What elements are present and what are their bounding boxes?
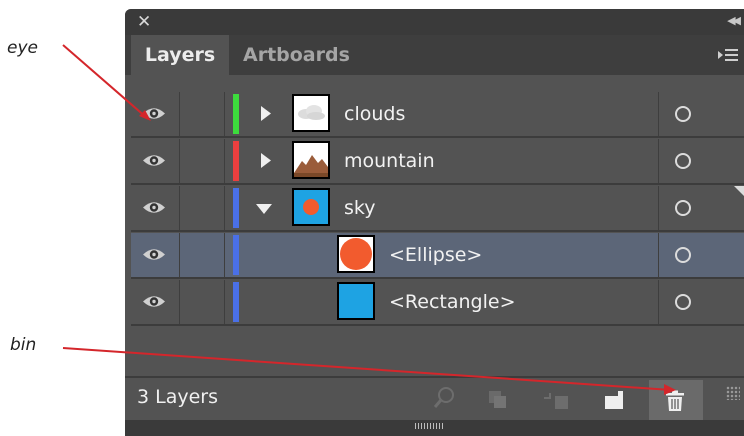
lock-toggle[interactable] <box>180 139 225 183</box>
empty-layer-area[interactable] <box>131 332 744 377</box>
target-circle-icon[interactable] <box>675 153 691 169</box>
ellipse-thumbnail <box>337 235 375 273</box>
panel-footer: 3 Layers <box>125 376 744 422</box>
lock-toggle[interactable] <box>180 186 225 230</box>
target-cell[interactable] <box>658 280 744 324</box>
locate-object-icon[interactable] <box>432 386 456 410</box>
resize-grip-icon[interactable] <box>726 386 740 400</box>
target-circle-icon[interactable] <box>675 247 691 263</box>
visibility-toggle[interactable] <box>131 280 180 324</box>
clipping-mask-icon[interactable] <box>488 390 508 410</box>
layer-row-ellipse[interactable]: <Ellipse> <box>131 233 744 279</box>
layer-row-rectangle[interactable]: <Rectangle> <box>131 280 744 326</box>
selection-corner-icon <box>734 186 744 196</box>
layer-color-bar <box>233 282 239 322</box>
visibility-toggle[interactable] <box>131 92 180 136</box>
lock-toggle[interactable] <box>180 280 225 324</box>
layer-row-mountain[interactable]: mountain <box>131 139 744 185</box>
target-circle-icon[interactable] <box>675 294 691 310</box>
panel-bottom-bar <box>125 420 744 436</box>
layer-color-bar <box>233 188 239 228</box>
layers-panel: ✕ ◀◀ Layers Artboards clouds mountain sk… <box>125 9 744 436</box>
eye-icon[interactable] <box>142 106 166 121</box>
eye-annotation: eye <box>7 38 38 58</box>
layer-color-bar <box>233 94 239 134</box>
sky-thumbnail <box>292 188 330 226</box>
visibility-toggle[interactable] <box>131 233 180 277</box>
layer-name[interactable]: sky <box>344 186 375 230</box>
layer-color-bar <box>233 141 239 181</box>
target-circle-icon[interactable] <box>675 106 691 122</box>
layer-name[interactable]: mountain <box>344 139 435 183</box>
expand-arrow-icon[interactable] <box>260 153 272 168</box>
target-cell[interactable] <box>658 139 744 183</box>
delete-button[interactable] <box>649 380 703 420</box>
bin-annotation: bin <box>10 335 37 355</box>
panel-titlebar: ✕ ◀◀ <box>125 9 744 35</box>
rectangle-thumbnail <box>337 282 375 320</box>
layer-count-label: 3 Layers <box>137 386 219 408</box>
eye-icon[interactable] <box>142 153 166 168</box>
new-layer-icon[interactable] <box>604 390 624 410</box>
new-sublayer-icon[interactable] <box>543 390 569 410</box>
target-cell[interactable] <box>658 186 744 230</box>
panel-menu-icon[interactable] <box>718 48 738 62</box>
expand-arrow-icon[interactable] <box>260 106 272 121</box>
collapse-arrow-icon[interactable] <box>256 203 272 215</box>
layer-row-sky[interactable]: sky <box>131 186 744 232</box>
visibility-toggle[interactable] <box>131 186 180 230</box>
panel-tabs: Layers Artboards <box>125 35 744 75</box>
eye-icon[interactable] <box>142 294 166 309</box>
layer-name[interactable]: clouds <box>344 92 405 136</box>
scroll-grip-icon[interactable] <box>415 423 445 429</box>
layer-color-bar <box>233 235 239 275</box>
target-circle-icon[interactable] <box>675 200 691 216</box>
mountain-thumbnail <box>292 141 330 179</box>
collapse-panel-icon[interactable]: ◀◀ <box>727 14 741 27</box>
tab-artboards[interactable]: Artboards <box>243 35 350 75</box>
close-icon[interactable]: ✕ <box>137 12 151 32</box>
layer-name[interactable]: <Rectangle> <box>389 280 516 324</box>
eye-icon[interactable] <box>142 247 166 262</box>
lock-toggle[interactable] <box>180 92 225 136</box>
lock-toggle[interactable] <box>180 233 225 277</box>
layer-row-clouds[interactable]: clouds <box>131 92 744 138</box>
visibility-toggle[interactable] <box>131 139 180 183</box>
layer-name[interactable]: <Ellipse> <box>389 233 482 277</box>
tab-layers[interactable]: Layers <box>131 35 229 75</box>
cloud-thumbnail <box>292 94 330 132</box>
target-cell[interactable] <box>658 92 744 136</box>
target-cell[interactable] <box>658 233 744 277</box>
trash-bin-icon[interactable] <box>664 390 686 412</box>
eye-icon[interactable] <box>142 200 166 215</box>
